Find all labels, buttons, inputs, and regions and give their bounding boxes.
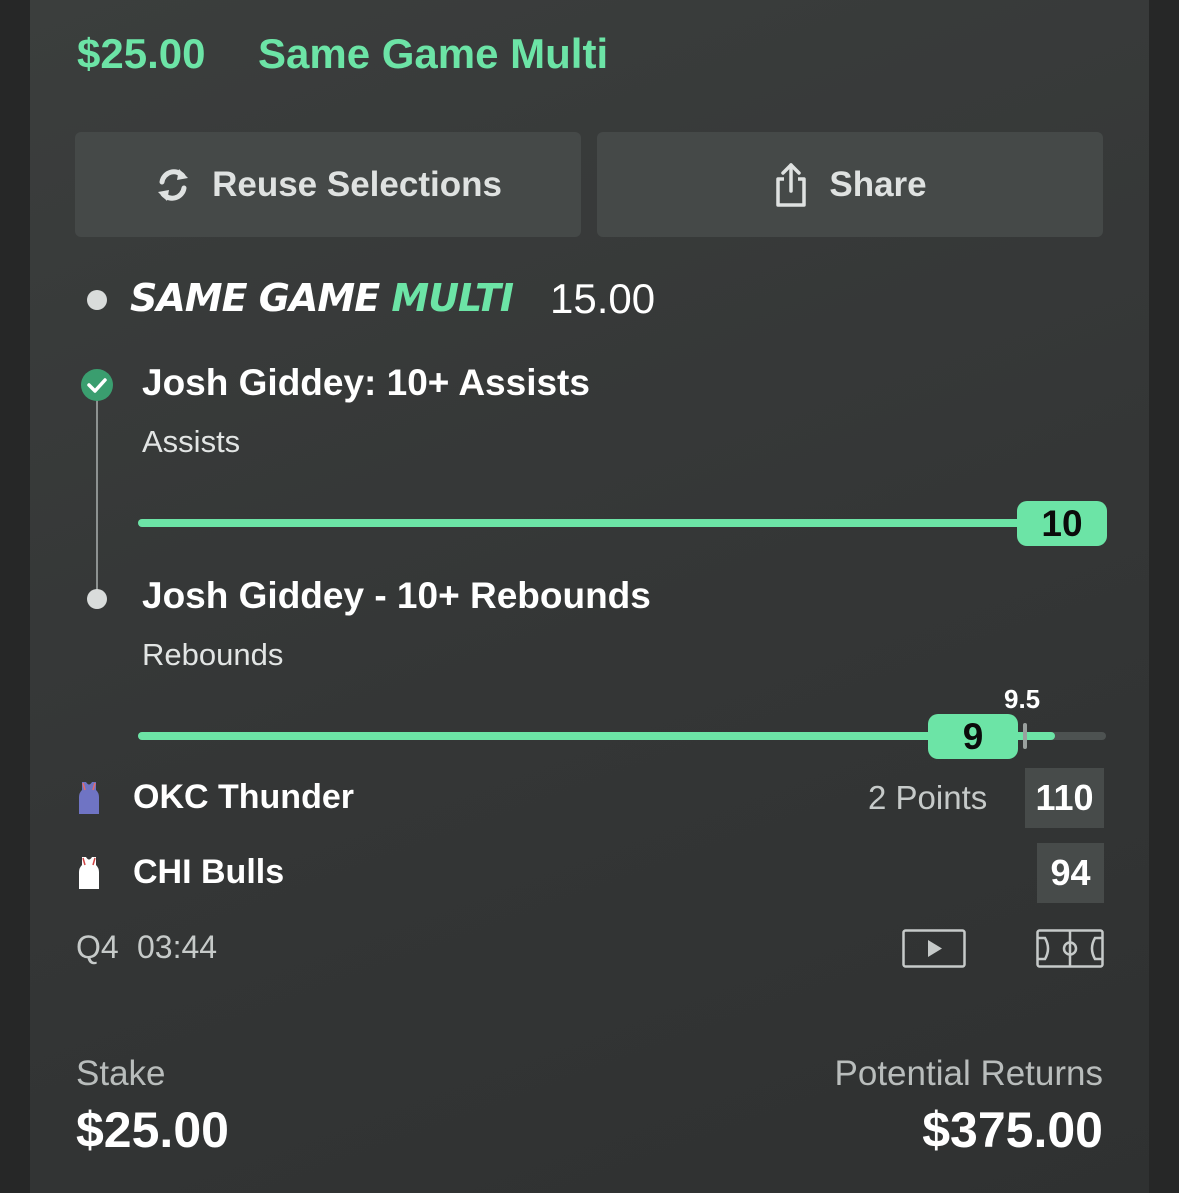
potential-returns-value: $375.00: [922, 1102, 1103, 1158]
same-game-multi-logo: SAME GAME MULTI: [130, 276, 514, 320]
team-1-score: 110: [1025, 768, 1104, 828]
team-2-name: CHI Bulls: [133, 853, 285, 891]
reuse-selections-label: Reuse Selections: [212, 164, 502, 204]
leg-2-market: Rebounds: [142, 637, 284, 672]
share-icon: [776, 162, 807, 207]
okc-jersey-icon: [79, 782, 99, 814]
score-margin: 2 Points: [868, 779, 988, 816]
leg-2-status-dot: [87, 589, 107, 609]
leg-1-progress-fill: [138, 519, 1106, 527]
leg-connector: [96, 398, 98, 590]
video-icon[interactable]: [902, 929, 966, 969]
potential-returns-label: Potential Returns: [834, 1054, 1103, 1093]
stake-label: Stake: [76, 1054, 166, 1093]
bet-card: $25.00 Same Game Multi Reuse Selections …: [30, 0, 1149, 1193]
leg-1-title: Josh Giddey: 10+ Assists: [142, 362, 590, 403]
game-period: Q4: [76, 929, 119, 965]
leg-1-progress-track: [138, 519, 1106, 527]
check-circle-icon: [81, 369, 113, 401]
stake-value: $25.00: [76, 1102, 229, 1158]
chi-jersey-icon: [79, 857, 99, 889]
team-2-score: 94: [1037, 843, 1104, 903]
leg-2-current-value: 9: [928, 714, 1018, 759]
share-label: Share: [829, 164, 927, 204]
game-clock: 03:44: [137, 929, 218, 965]
court-icon[interactable]: [1036, 929, 1104, 969]
header-amount: $25.00: [77, 30, 206, 77]
leg-1-market: Assists: [142, 424, 241, 459]
team-1-name: OKC Thunder: [133, 778, 354, 816]
bet-type-highlight: MULTI: [391, 276, 514, 320]
bet-status-dot: [87, 290, 107, 310]
leg-1-current-value: 10: [1017, 501, 1107, 546]
reuse-selections-button[interactable]: Reuse Selections: [75, 132, 581, 237]
share-button[interactable]: Share: [597, 132, 1103, 237]
header-title: Same Game Multi: [258, 30, 609, 77]
refresh-icon: [158, 168, 189, 201]
leg-2-target-label: 9.5: [1004, 684, 1041, 714]
leg-2-title: Josh Giddey - 10+ Rebounds: [142, 575, 651, 616]
bet-odds: 15.00: [550, 275, 656, 322]
bet-type-prefix: SAME GAME: [130, 276, 392, 320]
leg-2-progress-fill: [138, 732, 1055, 740]
leg-2-target-marker: [1023, 723, 1027, 749]
